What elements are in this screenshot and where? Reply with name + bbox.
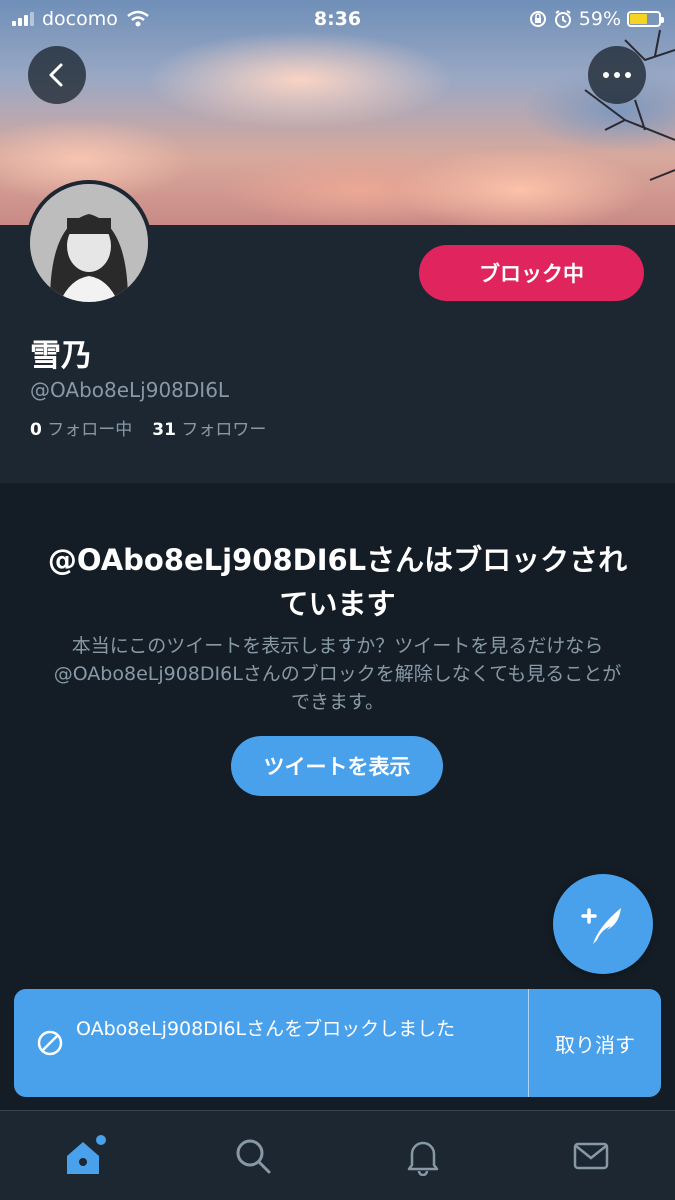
battery-percent: 59%: [578, 8, 621, 30]
following-label: フォロー中: [47, 420, 133, 440]
show-tweets-button[interactable]: ツイートを表示: [231, 736, 443, 796]
following-count: 0: [30, 420, 42, 440]
blocked-toast: OAbo8eLj908DI6Lさんをブロックしました 取り消す: [14, 989, 661, 1097]
toast-message: OAbo8eLj908DI6Lさんをブロックしました: [76, 1018, 456, 1040]
avatar-photo: [30, 184, 148, 302]
blocked-notice-title: @OAbo8eLj908DI6Lさんはブロックされています: [47, 543, 628, 621]
more-options-icon: [603, 72, 631, 78]
blocked-icon: [37, 1030, 63, 1056]
tab-home[interactable]: [60, 1131, 110, 1181]
alarm-icon: [554, 10, 571, 28]
followers-count: 31: [152, 420, 176, 440]
avatar[interactable]: [26, 180, 152, 306]
back-arrow-icon: [49, 63, 63, 87]
following-link[interactable]: 0 フォロー中: [30, 415, 132, 440]
profile-handle: @OAbo8eLj908DI6L: [30, 378, 230, 402]
search-icon: [236, 1139, 271, 1174]
tab-notifications[interactable]: [398, 1131, 448, 1181]
notifications-icon: [407, 1141, 439, 1176]
more-options-button[interactable]: [588, 46, 646, 104]
undo-button[interactable]: 取り消す: [529, 989, 661, 1097]
tab-messages[interactable]: [566, 1131, 616, 1181]
follow-stats: 0 フォロー中 31 フォロワー: [30, 415, 266, 440]
status-bar: docomo 8:36 59%: [0, 0, 675, 40]
orientation-lock-icon: [529, 11, 546, 27]
followers-label: フォロワー: [181, 420, 267, 440]
tab-search[interactable]: [228, 1131, 278, 1181]
compose-tweet-icon: [581, 908, 621, 944]
battery-icon: [627, 11, 664, 27]
blocking-button[interactable]: ブロック中: [419, 245, 644, 301]
messages-icon: [573, 1142, 609, 1170]
blocked-notice-body: 本当にこのツイートを表示しますか？ツイートを見るだけなら@OAbo8eLj908…: [53, 635, 622, 713]
profile-name: 雪乃: [30, 338, 92, 374]
back-button[interactable]: [28, 46, 86, 104]
followers-link[interactable]: 31 フォロワー: [152, 415, 266, 440]
compose-tweet-button[interactable]: [553, 874, 653, 974]
tab-bar: [0, 1110, 675, 1200]
home-icon: [67, 1135, 106, 1174]
